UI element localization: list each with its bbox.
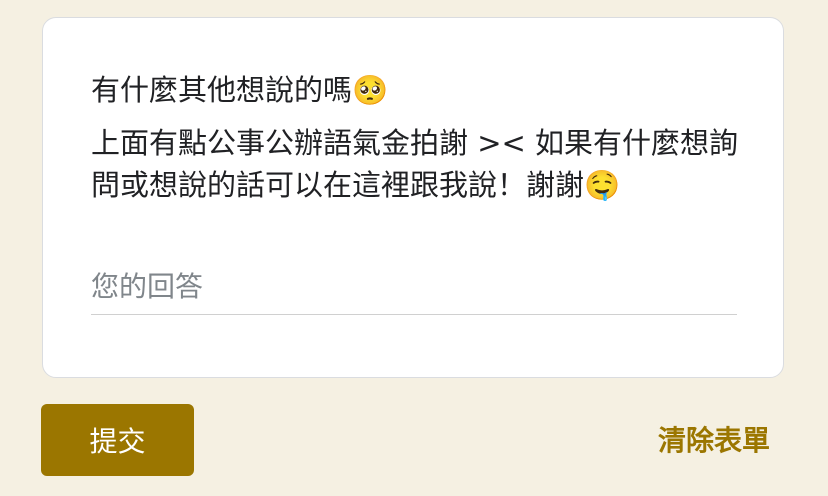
question-title: 有什麼其他想說的嗎🥺	[91, 73, 389, 107]
clear-form-button[interactable]: 清除表單	[640, 415, 788, 463]
question-description: 上面有點公事公辦語氣金拍謝 >< 如果有什麼想詢問或想說的話可以在這裡跟我說！謝…	[91, 126, 739, 202]
question-card: 有什麼其他想說的嗎🥺 上面有點公事公辦語氣金拍謝 >< 如果有什麼想詢問或想說的…	[42, 17, 784, 378]
answer-field-container	[91, 266, 737, 315]
submit-button[interactable]: 提交	[41, 404, 194, 476]
answer-input[interactable]	[91, 266, 737, 306]
